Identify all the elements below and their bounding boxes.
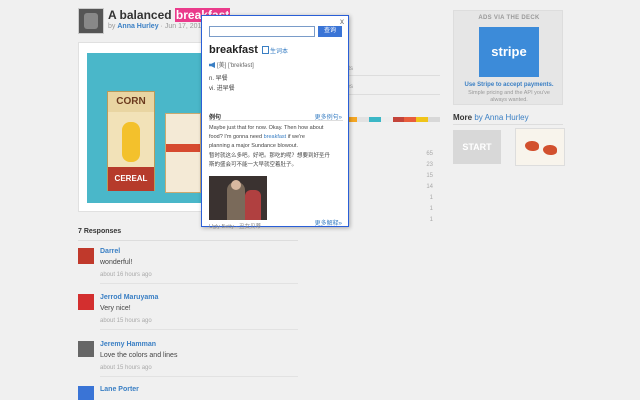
dictionary-search-button[interactable]: 查询 [318, 26, 342, 37]
thumbnail-caption: Ugly Betty - 丑女贝蒂 [209, 224, 261, 230]
example-english-part: if we're [287, 134, 305, 140]
more-label: More [453, 113, 473, 122]
bag-illustration [165, 113, 201, 193]
palette-swatch[interactable] [416, 117, 429, 122]
comment-time: about 15 hours ago [100, 318, 152, 324]
comment-text: Love the colors and lines [100, 352, 178, 359]
comment-time: about 15 hours ago [100, 365, 152, 371]
palette-swatch[interactable] [368, 117, 381, 122]
dictionary-word: breakfast [209, 44, 258, 56]
example-chinese-line: 斯的盛会可不能一大早就空着肚子。 [209, 162, 298, 168]
cereal-box-bottom-text: CEREAL [108, 167, 154, 191]
ad-link[interactable]: Use Stripe to accept payments. [454, 82, 564, 88]
definition-verb: vi. 进早餐 [209, 86, 235, 92]
comment-text: wonderful! [100, 259, 133, 266]
more-divider [453, 124, 563, 125]
example-english-line: food? I'm gonna need breakfast if we're [209, 133, 345, 142]
commenter-avatar[interactable] [78, 248, 94, 264]
comment-text: Very nice! [100, 305, 131, 312]
ad-description: Simple pricing and the API you've always… [454, 90, 564, 104]
stripe-logo[interactable]: stripe [479, 27, 539, 77]
comment-divider [100, 376, 298, 377]
examples-divider [209, 120, 343, 121]
notebook-icon [262, 46, 269, 54]
definition-noun: n. 早餐 [209, 76, 228, 82]
stat-count: 1 [429, 217, 433, 223]
bag-stripe [166, 144, 200, 152]
example-chinese-line: 暂时就这么多吧。好吧。那吃的呢？想要到好圣丹 [209, 153, 331, 159]
add-to-vocab-button[interactable]: 生词本 [262, 46, 288, 55]
stat-count: 14 [426, 184, 433, 190]
palette-swatch[interactable] [428, 117, 440, 122]
commenter-name[interactable]: Jeremy Hamman [100, 341, 156, 348]
commenter-name[interactable]: Lane Porter [100, 386, 139, 393]
title-text: A balanced [108, 8, 172, 22]
ad-description-line: always wanted. [490, 97, 528, 103]
cereal-box-top-text: CORN [108, 92, 154, 112]
color-palette [345, 117, 440, 122]
close-icon[interactable]: x [340, 17, 344, 26]
byline-by: by [108, 23, 116, 30]
more-by-heading: More by Anna Hurley [453, 113, 529, 122]
commenter-name[interactable]: Jerrod Maruyama [100, 294, 158, 301]
stat-count: 15 [426, 173, 433, 179]
comment-divider [100, 329, 298, 330]
byline-sep: · [160, 23, 163, 30]
comment-time: about 16 hours ago [100, 272, 152, 278]
commenter-name[interactable]: Darrel [100, 248, 120, 255]
more-author-link[interactable]: by Anna Hurley [474, 113, 528, 122]
byline: by Anna Hurley · Jun 17, 2013 [108, 23, 205, 30]
ad-label: ADS VIA THE DECK [478, 15, 540, 21]
speaker-icon[interactable] [209, 62, 215, 68]
example-english-line: planning a major Sundance blowout. [209, 143, 298, 149]
responses-title: 7 Responses [78, 228, 122, 235]
palette-swatch[interactable] [404, 117, 417, 122]
comment-divider [100, 283, 298, 284]
commenter-avatar[interactable] [78, 386, 94, 400]
stat-count: 1 [429, 206, 433, 212]
commenter-avatar[interactable] [78, 341, 94, 357]
middle-divider [345, 75, 440, 76]
thumbnail-start[interactable]: START [453, 130, 501, 164]
bird-icon [525, 141, 539, 151]
dictionary-popup: x 查询 breakfast 生词本 [美] ['brekfəst] n. 早餐… [201, 15, 349, 230]
middle-divider [345, 94, 440, 95]
author-avatar[interactable] [78, 8, 104, 34]
palette-swatch[interactable] [380, 117, 393, 122]
example-highlight-word: breakfast [263, 134, 287, 140]
example-english-part: food? I'm gonna need [209, 134, 263, 140]
bird-icon [543, 145, 557, 155]
example-english-line: Maybe just that for now. Okay. Then how … [209, 125, 324, 131]
commenter-avatar[interactable] [78, 294, 94, 310]
responses-divider [78, 240, 298, 241]
palette-swatch[interactable] [356, 117, 369, 122]
more-definitions-link[interactable]: 更多解释» [315, 218, 342, 227]
ad-description-line: Simple pricing and the API you've [468, 90, 550, 96]
dictionary-search-input[interactable] [209, 26, 315, 37]
stat-count: 23 [426, 162, 433, 168]
shot-date: Jun 17, 2013 [164, 23, 206, 30]
palette-swatch[interactable] [392, 117, 405, 122]
cereal-box: CORN CEREAL [107, 91, 155, 191]
stat-count: 65 [426, 151, 433, 157]
vocab-label: 生词本 [270, 49, 289, 55]
example-video-thumbnail[interactable] [209, 176, 267, 220]
thumbnail-figure [227, 180, 245, 220]
corn-cob-icon [122, 122, 140, 162]
stat-count: 1 [429, 195, 433, 201]
phonetic-row: [美] ['brekfəst] [209, 60, 254, 69]
author-link[interactable]: Anna Hurley [117, 23, 158, 30]
phonetic-text: [美] ['brekfəst] [217, 63, 254, 69]
thumbnail-figure [245, 190, 261, 220]
ad-box[interactable]: ADS VIA THE DECK stripe Use Stripe to ac… [453, 10, 563, 105]
thumbnail-birds[interactable] [515, 128, 565, 166]
